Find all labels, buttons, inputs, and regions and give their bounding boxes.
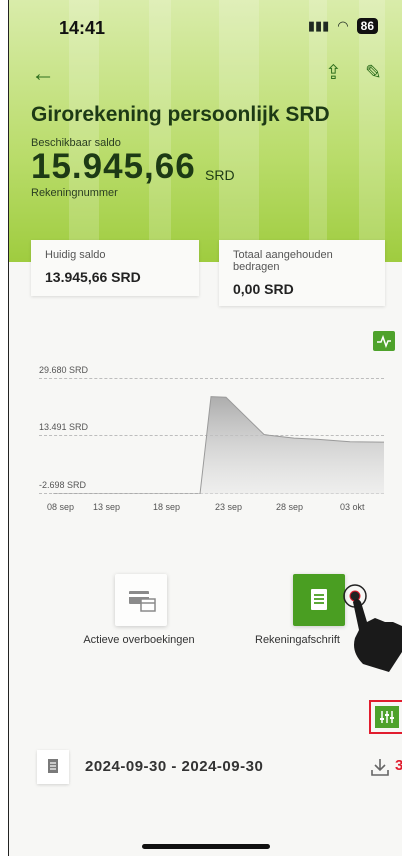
filter-button[interactable] [369, 700, 402, 734]
status-icons: ▮▮▮ ◠ 86 [308, 18, 378, 34]
available-balance: 15.945,66 [31, 147, 196, 186]
phone-screen: 14:41 ▮▮▮ ◠ 86 ← ⇪ ✎ Girorekening persoo… [8, 0, 402, 856]
current-balance-card: Huidig saldo 13.945,66 SRD [31, 240, 199, 296]
held-amounts-label: Totaal aangehouden bedragen [233, 249, 333, 273]
active-transfers-button[interactable] [115, 574, 167, 626]
current-balance-value: 13.945,66 SRD [45, 269, 141, 285]
card-calendar-icon [129, 591, 156, 612]
held-amounts-value: 0,00 SRD [233, 281, 294, 297]
account-header: 14:41 ▮▮▮ ◠ 86 ← ⇪ ✎ Girorekening persoo… [9, 0, 402, 262]
x-tick-label: 13 sep [93, 502, 121, 512]
balance-area-series [53, 396, 384, 494]
held-amounts-card: Totaal aangehouden bedragen 0,00 SRD [219, 240, 385, 306]
balance-currency: SRD [205, 167, 235, 183]
share-icon[interactable]: ⇪ [325, 60, 342, 85]
statement-trailing-digit: 3 [395, 757, 402, 774]
balance-area-chart [53, 396, 384, 494]
hand-pointer-icon [343, 584, 402, 672]
x-tick-label: 28 sep [276, 502, 304, 512]
chart-toggle-button[interactable] [373, 331, 395, 351]
back-arrow-icon[interactable]: ← [31, 60, 55, 88]
edit-pencil-icon[interactable]: ✎ [365, 60, 382, 85]
download-icon[interactable] [369, 756, 391, 778]
x-tick-label: 18 sep [153, 502, 181, 512]
wifi-icon: ◠ [337, 18, 349, 33]
sliders-icon [380, 711, 394, 723]
battery-icon: 86 [356, 18, 378, 34]
account-title: Girorekening persoonlijk SRD [31, 103, 330, 126]
statement-document-icon [37, 750, 69, 784]
current-balance-label: Huidig saldo [45, 249, 106, 261]
account-statement-button[interactable] [293, 574, 345, 626]
statement-period[interactable]: 2024-09-30 - 2024-09-30 [85, 758, 263, 775]
document-icon [311, 589, 327, 610]
y-tick-label: 29.680 SRD [39, 365, 89, 375]
pulse-icon [377, 334, 391, 349]
signal-icon: ▮▮▮ [307, 18, 330, 33]
home-indicator [142, 844, 270, 849]
active-transfers-label: Actieve overboekingen [83, 634, 195, 646]
x-tick-label: 08 sep [47, 502, 75, 512]
account-number-label: Rekeningnummer [31, 187, 118, 199]
x-tick-label: 23 sep [215, 502, 243, 512]
x-tick-label: 03 okt [340, 502, 365, 512]
status-time: 14:41 [59, 18, 106, 38]
